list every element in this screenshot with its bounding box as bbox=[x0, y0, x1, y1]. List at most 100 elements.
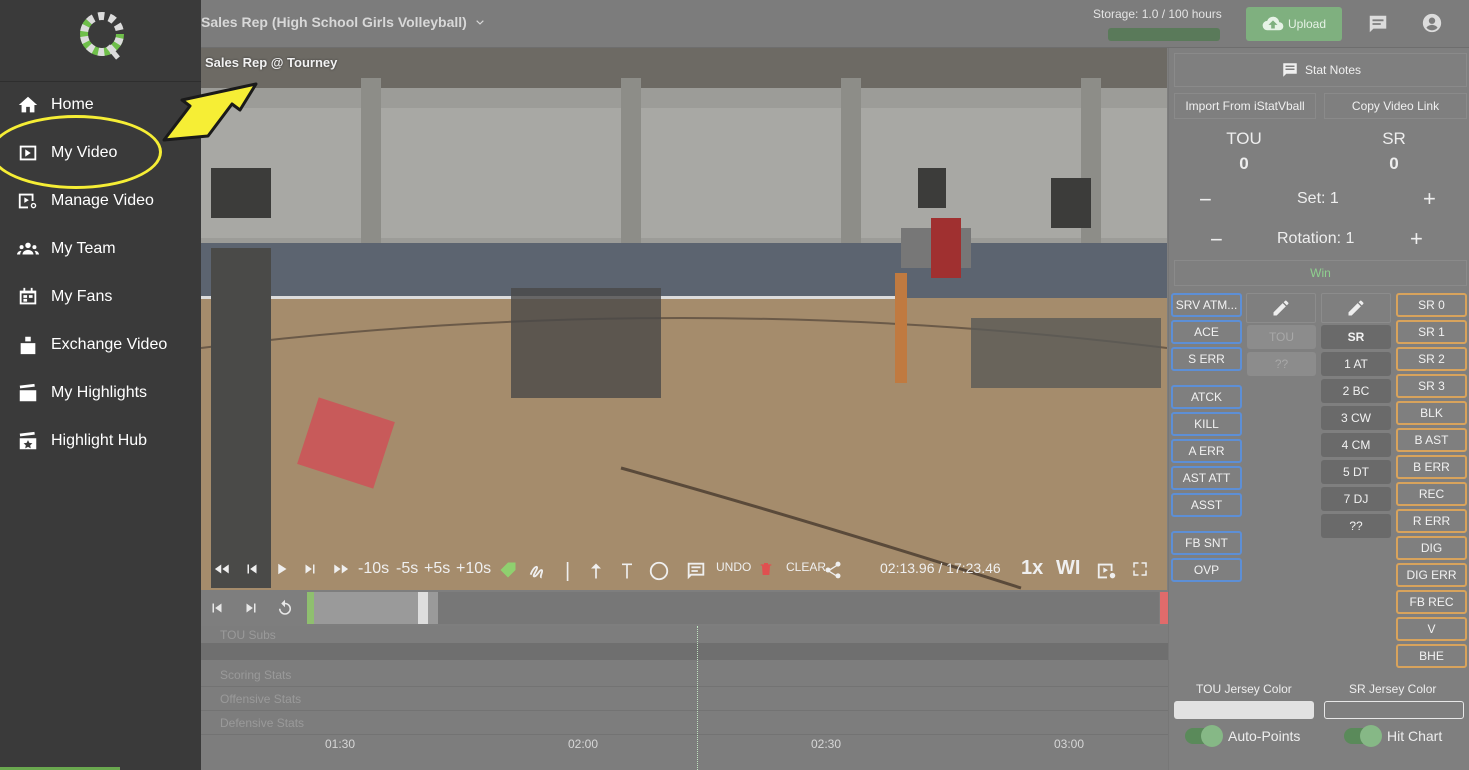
stats-panel: Stat Notes Import From iStatVball Copy V… bbox=[1168, 48, 1469, 770]
stat-button-dig[interactable]: DIG bbox=[1396, 536, 1467, 560]
reset-icon[interactable] bbox=[276, 599, 294, 617]
play-icon[interactable] bbox=[273, 560, 291, 578]
skip-back-10-button[interactable]: -10s bbox=[358, 560, 389, 578]
stat-button-reception-error[interactable]: R ERR bbox=[1396, 509, 1467, 533]
home-icon bbox=[17, 94, 39, 116]
video-player[interactable]: Sales Rep @ Tourney -10s -5s +5s +10s | … bbox=[201, 48, 1167, 590]
player-button-3[interactable]: 3 CW bbox=[1321, 406, 1391, 430]
trash-icon[interactable] bbox=[758, 560, 774, 578]
undo-button[interactable]: UNDO bbox=[716, 560, 751, 574]
track-divider bbox=[201, 686, 1168, 687]
stat-button-ball-handling-error[interactable]: BHE bbox=[1396, 644, 1467, 668]
player-button-5[interactable]: 5 DT bbox=[1321, 460, 1391, 484]
set-decrement-button[interactable]: − bbox=[1199, 187, 1212, 213]
sidebar-item-my-team[interactable]: My Team bbox=[0, 229, 201, 269]
step-forward-icon[interactable] bbox=[301, 560, 319, 578]
player-button-sr[interactable]: SR bbox=[1321, 325, 1391, 349]
stat-button-dig-error[interactable]: DIG ERR bbox=[1396, 563, 1467, 587]
sidebar-item-my-fans[interactable]: My Fans bbox=[0, 277, 201, 317]
account-icon[interactable] bbox=[1421, 12, 1443, 34]
sidebar-item-highlight-hub[interactable]: Highlight Hub bbox=[0, 421, 201, 461]
edit-tou-roster-button[interactable] bbox=[1246, 293, 1316, 323]
stat-button-serve-attempt[interactable]: SRV ATM... bbox=[1171, 293, 1242, 317]
timeline-start-marker[interactable] bbox=[307, 592, 314, 624]
t-line-icon[interactable] bbox=[617, 560, 637, 582]
win-indicator[interactable]: Win bbox=[1174, 260, 1467, 286]
sidebar-item-label: Exchange Video bbox=[51, 336, 168, 353]
stat-button-sr-2[interactable]: SR 2 bbox=[1396, 347, 1467, 371]
player-button-4[interactable]: 4 CM bbox=[1321, 433, 1391, 457]
player-button-1[interactable]: 1 AT bbox=[1321, 352, 1391, 376]
rewind-icon[interactable] bbox=[211, 560, 233, 578]
stat-button-sr-0[interactable]: SR 0 bbox=[1396, 293, 1467, 317]
stat-button-block[interactable]: BLK bbox=[1396, 401, 1467, 425]
draw-freehand-icon[interactable] bbox=[527, 560, 549, 582]
auto-points-toggle[interactable] bbox=[1185, 725, 1223, 747]
hit-chart-toggle[interactable] bbox=[1344, 725, 1382, 747]
set-increment-button[interactable]: + bbox=[1423, 186, 1436, 212]
player-button-tou[interactable]: TOU bbox=[1247, 325, 1316, 349]
stat-button-violation[interactable]: V bbox=[1396, 617, 1467, 641]
sidebar-item-exchange-video[interactable]: Exchange Video bbox=[0, 325, 201, 365]
comment-icon[interactable] bbox=[685, 560, 707, 582]
arrow-up-icon[interactable] bbox=[586, 560, 606, 582]
time-tick: 02:30 bbox=[811, 737, 842, 751]
skip-to-end-icon[interactable] bbox=[242, 599, 260, 617]
rotation-decrement-button[interactable]: − bbox=[1210, 227, 1223, 253]
import-istatvball-button[interactable]: Import From iStatVball bbox=[1174, 93, 1316, 119]
share-icon[interactable] bbox=[823, 560, 843, 580]
timeline-handle[interactable] bbox=[418, 592, 428, 624]
player-button-tou-unknown[interactable]: ?? bbox=[1247, 352, 1316, 376]
circle-icon[interactable] bbox=[648, 560, 670, 582]
skip-back-5-button[interactable]: -5s bbox=[396, 560, 418, 578]
fast-forward-icon[interactable] bbox=[331, 560, 351, 578]
sidebar-item-my-highlights[interactable]: My Highlights bbox=[0, 373, 201, 413]
skip-to-start-icon[interactable] bbox=[208, 599, 226, 617]
skip-forward-10-button[interactable]: +10s bbox=[456, 560, 491, 578]
stat-button-ace[interactable]: ACE bbox=[1171, 320, 1242, 344]
chat-icon[interactable] bbox=[1367, 13, 1389, 35]
skip-forward-5-button[interactable]: +5s bbox=[424, 560, 450, 578]
stat-button-reception[interactable]: REC bbox=[1396, 482, 1467, 506]
stat-button-freeball-sent[interactable]: FB SNT bbox=[1171, 531, 1242, 555]
player-button-2[interactable]: 2 BC bbox=[1321, 379, 1391, 403]
playback-speed[interactable]: 1x bbox=[1021, 557, 1043, 580]
time-tick: 03:00 bbox=[1054, 737, 1085, 751]
tag-icon[interactable] bbox=[498, 560, 518, 580]
app-logo-icon[interactable] bbox=[78, 10, 126, 62]
sidebar-item-label: My Team bbox=[51, 240, 116, 257]
stat-button-sr-3[interactable]: SR 3 bbox=[1396, 374, 1467, 398]
stat-notes-button[interactable]: Stat Notes bbox=[1174, 53, 1467, 87]
playhead-line bbox=[697, 626, 698, 770]
sr-jersey-color-picker[interactable] bbox=[1324, 701, 1464, 719]
tou-jersey-color-picker[interactable] bbox=[1174, 701, 1314, 719]
team-selector[interactable]: Sales Rep (High School Girls Volleyball) bbox=[201, 14, 487, 30]
step-back-icon[interactable] bbox=[243, 560, 261, 578]
video-settings-icon[interactable] bbox=[1095, 560, 1119, 582]
stat-button-block-error[interactable]: B ERR bbox=[1396, 455, 1467, 479]
wi-button[interactable]: WI bbox=[1056, 557, 1080, 580]
stat-button-overpass[interactable]: OVP bbox=[1171, 558, 1242, 582]
annotation-arrow-icon bbox=[162, 82, 258, 142]
player-button-unknown[interactable]: ?? bbox=[1321, 514, 1391, 538]
clear-button[interactable]: CLEAR bbox=[786, 560, 826, 574]
stat-button-serve-error[interactable]: S ERR bbox=[1171, 347, 1242, 371]
copy-video-link-button[interactable]: Copy Video Link bbox=[1324, 93, 1467, 119]
stat-button-block-assist[interactable]: B AST bbox=[1396, 428, 1467, 452]
stat-button-kill[interactable]: KILL bbox=[1171, 412, 1242, 436]
edit-sr-roster-button[interactable] bbox=[1321, 293, 1391, 323]
stat-button-sr-1[interactable]: SR 1 bbox=[1396, 320, 1467, 344]
track-label-defensive: Defensive Stats bbox=[220, 716, 305, 730]
stat-button-attack[interactable]: ATCK bbox=[1171, 385, 1242, 409]
upload-button[interactable]: Upload bbox=[1246, 7, 1342, 41]
team-icon bbox=[17, 238, 39, 260]
stat-button-assist[interactable]: ASST bbox=[1171, 493, 1242, 517]
player-button-7[interactable]: 7 DJ bbox=[1321, 487, 1391, 511]
stat-button-assist-attempt[interactable]: AST ATT bbox=[1171, 466, 1242, 490]
stat-button-attack-error[interactable]: A ERR bbox=[1171, 439, 1242, 463]
fullscreen-icon[interactable] bbox=[1131, 560, 1149, 578]
notes-icon bbox=[1283, 63, 1297, 77]
timeline-end-marker[interactable] bbox=[1160, 592, 1168, 624]
stat-button-freeball-reception[interactable]: FB REC bbox=[1396, 590, 1467, 614]
rotation-increment-button[interactable]: + bbox=[1410, 226, 1423, 252]
